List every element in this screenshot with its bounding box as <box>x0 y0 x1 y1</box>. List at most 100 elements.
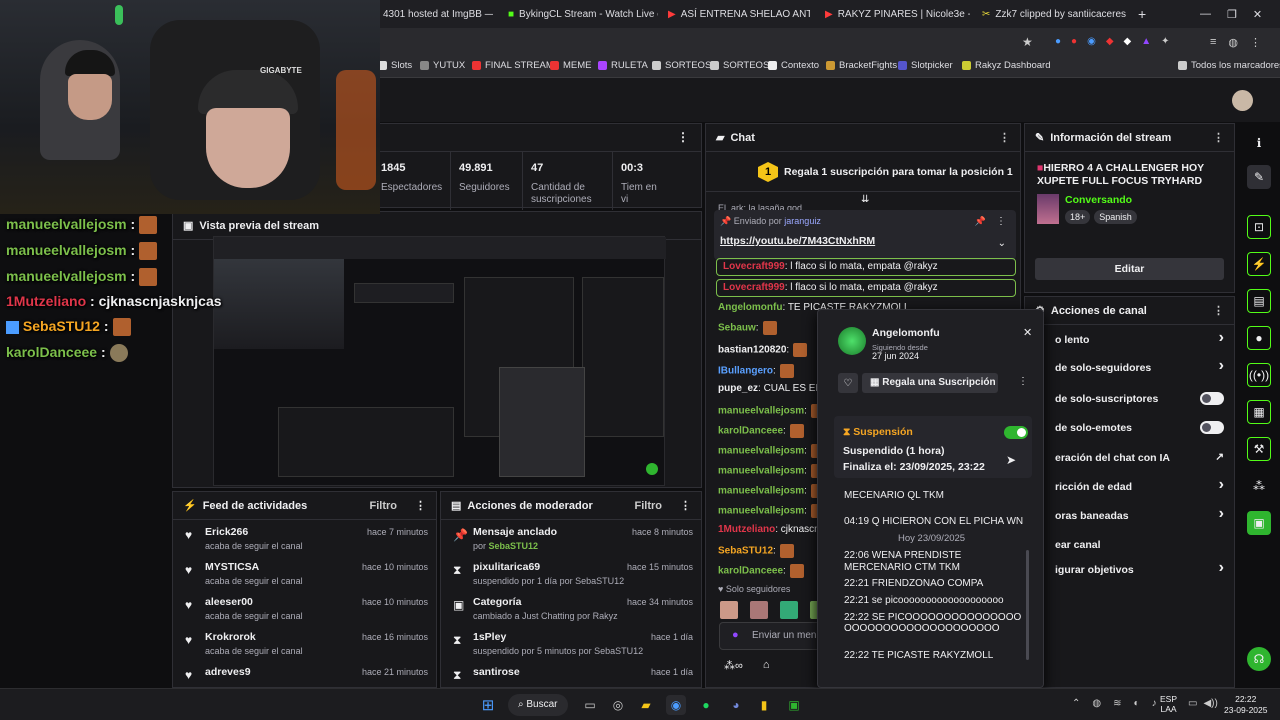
window-controls[interactable]: — ❐ ✕ <box>1200 4 1262 24</box>
highlighted-message[interactable]: Lovecraft999: l flaco si lo mata, empata… <box>716 258 1016 276</box>
language-indicator[interactable]: ESP LAA <box>1160 694 1177 714</box>
chat-message[interactable]: Sebauw: <box>718 321 777 335</box>
list-item[interactable]: ⧗ santirose hace 1 día <box>441 662 701 687</box>
layers-icon[interactable]: ▦ <box>1247 400 1271 424</box>
chat-message[interactable]: karolDanceee: <box>718 424 804 438</box>
chat-message[interactable]: manueelvallejosm: <box>718 404 825 418</box>
task-view-icon[interactable]: ▭ <box>580 695 600 715</box>
bookmark[interactable]: YUTUX <box>420 60 465 71</box>
pin-icon[interactable]: 📌 <box>975 216 986 227</box>
close-icon[interactable]: ✕ <box>1253 8 1262 21</box>
taskbar-search[interactable]: ⌕ Buscar <box>508 694 568 716</box>
browser-tab[interactable]: ■BykingCL Stream - Watch Live c✕ <box>508 4 658 24</box>
highlighted-message[interactable]: Lovecraft999: l flaco si lo mata, empata… <box>716 279 1016 297</box>
app-icon[interactable]: ▣ <box>1247 511 1271 535</box>
close-icon[interactable]: ✕ <box>1023 326 1032 339</box>
username[interactable]: Angelomonfu <box>872 327 940 339</box>
discord-icon[interactable]: ◕ <box>726 695 746 715</box>
app-icon[interactable]: ▮ <box>754 695 774 715</box>
suspension-toggle[interactable] <box>1004 426 1028 439</box>
list-item[interactable]: ⧗ pixulitarica69 suspendido por 1 día por … <box>441 557 701 592</box>
chat-message[interactable]: pupe_ez: CUAL ES EL C <box>718 383 831 395</box>
chat-message[interactable]: manueelvallejosm: <box>718 464 825 478</box>
system-tray[interactable]: ⌃ ◍ ≋ ◐ ♪ <box>1072 698 1157 709</box>
windows-start-icon[interactable]: ⊞ <box>478 695 498 715</box>
support-icon[interactable]: ☊ <box>1247 647 1271 671</box>
more-icon[interactable]: ⋮ <box>680 499 691 512</box>
more-icon[interactable]: ⋮ <box>996 216 1006 227</box>
browser-tab[interactable]: ✂Zzk7 clipped by santiicaceres✕ <box>982 4 1127 24</box>
browser-tab[interactable]: ▶RAKYZ PINARES | Nicole3e - Yo✕ <box>825 4 970 24</box>
tag[interactable]: Spanish <box>1094 210 1137 224</box>
pinned-message[interactable]: 📌 Enviado por jaranguiz https://youtu.be… <box>714 210 1016 260</box>
list-item[interactable]: ♥ Erick266 acaba de seguir el canal hace 7 … <box>173 522 436 557</box>
toggle-switch[interactable] <box>1200 392 1224 405</box>
channel-action-row[interactable]: de solo-emotes <box>1025 415 1234 443</box>
all-bookmarks[interactable]: Todos los marcadores <box>1178 60 1280 71</box>
channel-action-row[interactable]: o lento › <box>1025 327 1234 355</box>
avatar[interactable] <box>1232 90 1253 111</box>
maximize-icon[interactable]: ❐ <box>1227 8 1237 21</box>
minimize-icon[interactable]: — <box>1200 8 1211 20</box>
pinned-link[interactable]: https://youtu.be/7M43CtNxhRM <box>720 235 875 247</box>
bookmark[interactable]: SORTEOS <box>710 60 769 71</box>
chevron-right-icon[interactable]: › <box>1219 505 1224 523</box>
category-thumbnail[interactable] <box>1037 194 1059 224</box>
document-icon[interactable]: ▤ <box>1247 289 1271 313</box>
collapse-icon[interactable]: ⇊ <box>861 194 869 205</box>
excel-icon[interactable]: ▣ <box>784 695 804 715</box>
filter-button[interactable]: Filtro <box>370 500 398 512</box>
more-icon[interactable]: ⋮ <box>415 499 426 512</box>
external-link-icon[interactable]: ↗ <box>1215 451 1224 463</box>
category-link[interactable]: Conversando <box>1065 194 1132 206</box>
extensions-bar[interactable]: ● ● ◉ ◆ ◆ ▲ ✦ <box>1055 36 1170 47</box>
file-explorer-icon[interactable]: ▰ <box>636 695 656 715</box>
chevron-right-icon[interactable]: › <box>1219 357 1224 375</box>
wrench-icon[interactable]: ⚒ <box>1247 437 1271 461</box>
channel-action-row[interactable]: eración del chat con IA ↗ <box>1025 445 1234 473</box>
channel-action-row[interactable]: ear canal <box>1025 532 1234 560</box>
chat-message[interactable]: 1Mutzeliano: cjknascnj <box>718 524 822 536</box>
new-tab-button[interactable]: + <box>1138 4 1152 24</box>
chat-toolbar[interactable]: ⁂∞ ⌂ <box>724 659 770 672</box>
bookmark[interactable]: BracketFights <box>826 60 897 71</box>
chevron-right-icon[interactable]: › <box>1219 476 1224 494</box>
spotify-icon[interactable]: ● <box>696 695 716 715</box>
chat-message[interactable]: IBullangero: <box>718 364 794 378</box>
list-item[interactable]: 📌 Mensaje anclado por SebaSTU12 hace 8 minu… <box>441 522 701 557</box>
clock[interactable]: 22:22 23-09-2025 <box>1224 694 1267 716</box>
mic-icon[interactable]: ● <box>732 629 739 641</box>
list-item[interactable]: ▣ Categoría cambiado a Just Chatting por R… <box>441 592 701 627</box>
gift-subscription-button[interactable]: ▦ Regala una Suscripción <box>862 373 998 393</box>
tag[interactable]: 18+ <box>1065 210 1091 224</box>
chevron-down-icon[interactable]: ⌄ <box>998 238 1006 249</box>
chrome-icon[interactable]: ◉ <box>666 695 686 715</box>
group-icon[interactable]: ⁂ <box>1247 474 1271 498</box>
chat-bubble-icon[interactable]: ● <box>1247 326 1271 350</box>
info-icon[interactable]: ℹ <box>1247 131 1271 155</box>
chevron-right-icon[interactable]: › <box>1219 329 1224 347</box>
avatar[interactable] <box>838 327 866 355</box>
star-icon[interactable]: ★ <box>1022 35 1033 49</box>
browser-tab[interactable]: 4301 hosted at ImgBB —✕ <box>383 4 493 24</box>
lightning-icon[interactable]: ⚡ <box>1247 252 1271 276</box>
more-icon[interactable]: ⋮ <box>1213 304 1224 317</box>
more-icon[interactable]: ⋮ <box>1018 376 1028 387</box>
chevron-right-icon[interactable]: › <box>1219 559 1224 577</box>
bookmark[interactable]: Slotpicker <box>898 60 953 71</box>
list-item[interactable]: ♥ aleeser00 acaba de seguir el canal hace 1… <box>173 592 436 627</box>
bookmark[interactable]: SORTEOS <box>652 60 711 71</box>
toggle-switch[interactable] <box>1200 421 1224 434</box>
gift-banner[interactable]: 1 Regala 1 suscripción para tomar la pos… <box>706 152 1020 192</box>
chat-message[interactable]: SebaSTU12: <box>718 544 794 558</box>
bookmark[interactable]: Slots <box>378 60 412 71</box>
channel-action-row[interactable]: igurar objetivos › <box>1025 557 1234 585</box>
list-item[interactable]: ♥ MYSTICSA acaba de seguir el canal hace 10… <box>173 557 436 592</box>
chat-message[interactable]: bastian120820: <box>718 343 808 357</box>
bookmark[interactable]: RULETA <box>598 60 648 71</box>
bookmark[interactable]: Rakyz Dashboard <box>962 60 1051 71</box>
scrollbar[interactable] <box>1026 550 1029 660</box>
more-icon[interactable]: ⋮ <box>677 130 689 144</box>
chat-message[interactable]: manueelvallejosm: <box>718 504 825 518</box>
channel-action-row[interactable]: oras baneadas › <box>1025 503 1234 531</box>
